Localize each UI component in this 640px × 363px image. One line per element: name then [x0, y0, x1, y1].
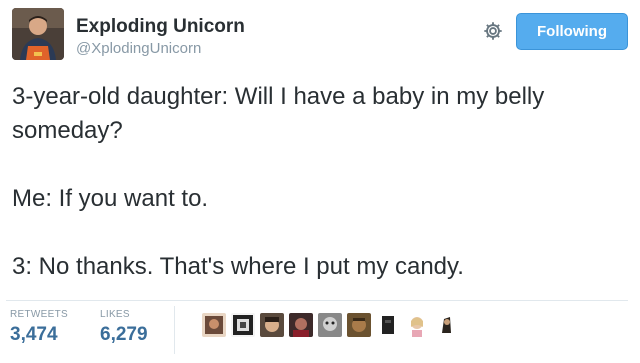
- retweets-count[interactable]: 3,474: [10, 324, 58, 346]
- liker-avatar[interactable]: [202, 313, 226, 337]
- liker-avatar[interactable]: [434, 313, 458, 337]
- liker-avatars: [202, 313, 458, 339]
- tweet-paragraph: 3-year-old daughter: Will I have a baby …: [12, 83, 545, 144]
- likes-count[interactable]: 6,279: [100, 324, 148, 346]
- tweet-text: 3-year-old daughter: Will I have a baby …: [12, 80, 622, 284]
- liker-avatar[interactable]: [260, 313, 284, 337]
- stats-separator: [174, 306, 175, 354]
- tweet-paragraph: Me: If you want to.: [12, 185, 209, 212]
- retweets-label: RETWEETS: [10, 309, 68, 320]
- following-button[interactable]: Following: [516, 13, 628, 50]
- user-avatar[interactable]: [12, 8, 64, 60]
- likes-label: LIKES: [100, 309, 130, 320]
- avatar-image: [12, 8, 64, 60]
- liker-avatar[interactable]: [347, 313, 371, 337]
- liker-avatar[interactable]: [405, 313, 429, 337]
- liker-avatar[interactable]: [231, 313, 255, 337]
- screen-name[interactable]: @XplodingUnicorn: [76, 40, 201, 57]
- tweet-paragraph: 3: No thanks. That's where I put my cand…: [12, 253, 464, 280]
- gear-icon[interactable]: [482, 20, 504, 42]
- liker-avatar[interactable]: [376, 313, 400, 337]
- liker-avatar[interactable]: [318, 313, 342, 337]
- tweet-card: Exploding Unicorn @XplodingUnicorn Follo…: [0, 0, 640, 363]
- display-name[interactable]: Exploding Unicorn: [76, 16, 245, 38]
- liker-avatar[interactable]: [289, 313, 313, 337]
- divider: [6, 300, 628, 301]
